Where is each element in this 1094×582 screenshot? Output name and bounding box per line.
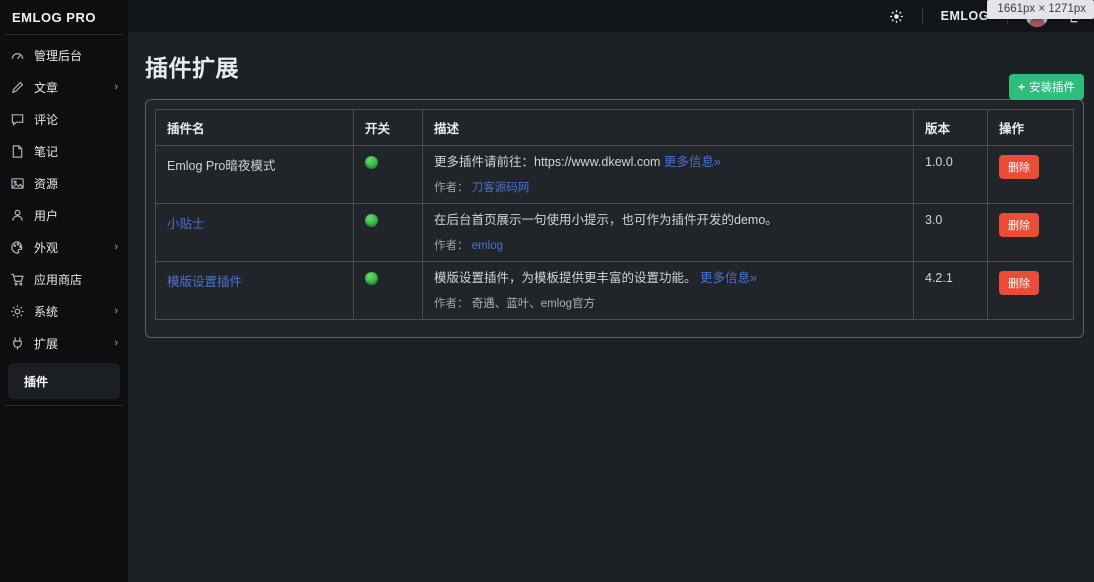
plugin-description: 在后台首页展示一句使用小提示，也可作为插件开发的demo。 bbox=[434, 213, 902, 228]
toggle-on-icon[interactable] bbox=[365, 214, 378, 227]
plugin-name-link[interactable]: 小贴士 bbox=[167, 217, 205, 231]
plugin-version: 3.0 bbox=[914, 204, 988, 262]
more-info-link[interactable]: 更多信息» bbox=[700, 271, 757, 285]
sidebar-item-label: 系统 bbox=[34, 303, 58, 320]
sidebar-item-label: 管理后台 bbox=[34, 47, 82, 64]
app-logo: EMLOG PRO bbox=[0, 0, 128, 34]
dashboard-icon bbox=[10, 48, 25, 63]
app-root: EMLOG PRO 管理后台 › 文章 › 评论 › 笔记 › 资源 › 用户 … bbox=[0, 0, 1094, 582]
author-link[interactable]: emlog bbox=[472, 240, 503, 252]
toggle-on-icon[interactable] bbox=[365, 156, 378, 169]
table-row: 小贴士 在后台首页展示一句使用小提示，也可作为插件开发的demo。 作者： em… bbox=[156, 204, 1074, 262]
plugin-version: 4.2.1 bbox=[914, 262, 988, 320]
chevron-right-icon: › bbox=[114, 305, 118, 317]
column-header: 版本 bbox=[914, 110, 988, 146]
sidebar-item-label: 用户 bbox=[34, 207, 58, 224]
author-link[interactable]: 刀客源码网 bbox=[472, 182, 530, 194]
plus-icon: + bbox=[1018, 80, 1025, 94]
sidebar-item-label: 笔记 bbox=[34, 143, 58, 160]
delete-button[interactable]: 删除 bbox=[999, 213, 1039, 237]
sidebar-nav: 管理后台 › 文章 › 评论 › 笔记 › 资源 › 用户 › 外观 › 应用商… bbox=[0, 35, 128, 359]
topbar-divider bbox=[922, 8, 923, 24]
content-area: 插件扩展 + 安装插件 插件名开关描述版本操作 Emlog Pro暗夜模式 更多… bbox=[128, 32, 1094, 582]
sidebar: EMLOG PRO 管理后台 › 文章 › 评论 › 笔记 › 资源 › 用户 … bbox=[0, 0, 128, 582]
plugin-author: 作者： 刀客源码网 bbox=[434, 179, 902, 195]
install-plugin-label: 安装插件 bbox=[1029, 79, 1075, 95]
plugin-description: 更多插件请前往：https://www.dkewl.com 更多信息» bbox=[434, 155, 902, 170]
plugin-author: 作者： emlog bbox=[434, 237, 902, 253]
image-icon bbox=[10, 176, 25, 191]
main-column: EMLOG 插件扩展 + 安装插件 插件名开关 bbox=[128, 0, 1094, 582]
plugin-version: 1.0.0 bbox=[914, 146, 988, 204]
chevron-right-icon: › bbox=[114, 337, 118, 349]
sidebar-item-label: 文章 bbox=[34, 79, 58, 96]
plugin-name: Emlog Pro暗夜模式 bbox=[167, 159, 275, 173]
column-header: 开关 bbox=[354, 110, 423, 146]
delete-button[interactable]: 删除 bbox=[999, 271, 1039, 295]
pencil-icon bbox=[10, 80, 25, 95]
topbar: EMLOG bbox=[128, 0, 1094, 32]
table-row: Emlog Pro暗夜模式 更多插件请前往：https://www.dkewl.… bbox=[156, 146, 1074, 204]
sidebar-item-image[interactable]: 资源 › bbox=[0, 167, 128, 199]
sidebar-item-pencil[interactable]: 文章 › bbox=[0, 71, 128, 103]
sidebar-item-comment[interactable]: 评论 › bbox=[0, 103, 128, 135]
plugins-table: 插件名开关描述版本操作 Emlog Pro暗夜模式 更多插件请前往：https:… bbox=[155, 109, 1074, 320]
sidebar-item-gear[interactable]: 系统 › bbox=[0, 295, 128, 327]
cart-icon bbox=[10, 272, 25, 287]
sidebar-item-note[interactable]: 笔记 › bbox=[0, 135, 128, 167]
gear-icon bbox=[10, 304, 25, 319]
chevron-right-icon: › bbox=[114, 241, 118, 253]
column-header: 操作 bbox=[988, 110, 1074, 146]
sidebar-item-plug[interactable]: 扩展 › bbox=[0, 327, 128, 359]
dimension-badge: 1661px × 1271px bbox=[987, 0, 1094, 19]
page-title: 插件扩展 bbox=[145, 49, 1084, 83]
toggle-on-icon[interactable] bbox=[365, 272, 378, 285]
sidebar-item-label: 外观 bbox=[34, 239, 58, 256]
sidebar-item-label: 扩展 bbox=[34, 335, 58, 352]
sidebar-item-label: 应用商店 bbox=[34, 271, 82, 288]
theme-toggle-sun-icon[interactable] bbox=[889, 9, 904, 24]
sidebar-item-user[interactable]: 用户 › bbox=[0, 199, 128, 231]
comment-icon bbox=[10, 112, 25, 127]
sidebar-item-plugins-active[interactable]: 插件 bbox=[8, 363, 120, 399]
plugin-description: 模版设置插件，为模板提供更丰富的设置功能。 更多信息» bbox=[434, 271, 902, 286]
note-icon bbox=[10, 144, 25, 159]
table-row: 模版设置插件 模版设置插件，为模板提供更丰富的设置功能。 更多信息» 作者： 奇… bbox=[156, 262, 1074, 320]
plugin-author: 作者： 奇遇、蓝叶、emlog官方 bbox=[434, 295, 902, 311]
install-plugin-button[interactable]: + 安装插件 bbox=[1009, 74, 1084, 100]
table-header-row: 插件名开关描述版本操作 bbox=[156, 110, 1074, 146]
more-info-link[interactable]: 更多信息» bbox=[664, 155, 721, 169]
delete-button[interactable]: 删除 bbox=[999, 155, 1039, 179]
sidebar-item-dashboard[interactable]: 管理后台 › bbox=[0, 39, 128, 71]
sidebar-divider-bottom bbox=[5, 405, 123, 406]
chevron-right-icon: › bbox=[114, 81, 118, 93]
sidebar-item-palette[interactable]: 外观 › bbox=[0, 231, 128, 263]
sidebar-item-label: 评论 bbox=[34, 111, 58, 128]
topbar-brand-link[interactable]: EMLOG bbox=[941, 9, 989, 23]
plug-icon bbox=[10, 336, 25, 351]
sidebar-item-label: 资源 bbox=[34, 175, 58, 192]
plugins-panel: 插件名开关描述版本操作 Emlog Pro暗夜模式 更多插件请前往：https:… bbox=[145, 99, 1084, 338]
column-header: 插件名 bbox=[156, 110, 354, 146]
column-header: 描述 bbox=[423, 110, 914, 146]
sidebar-item-cart[interactable]: 应用商店 › bbox=[0, 263, 128, 295]
user-icon bbox=[10, 208, 25, 223]
palette-icon bbox=[10, 240, 25, 255]
plugin-name-link[interactable]: 模版设置插件 bbox=[167, 275, 242, 289]
